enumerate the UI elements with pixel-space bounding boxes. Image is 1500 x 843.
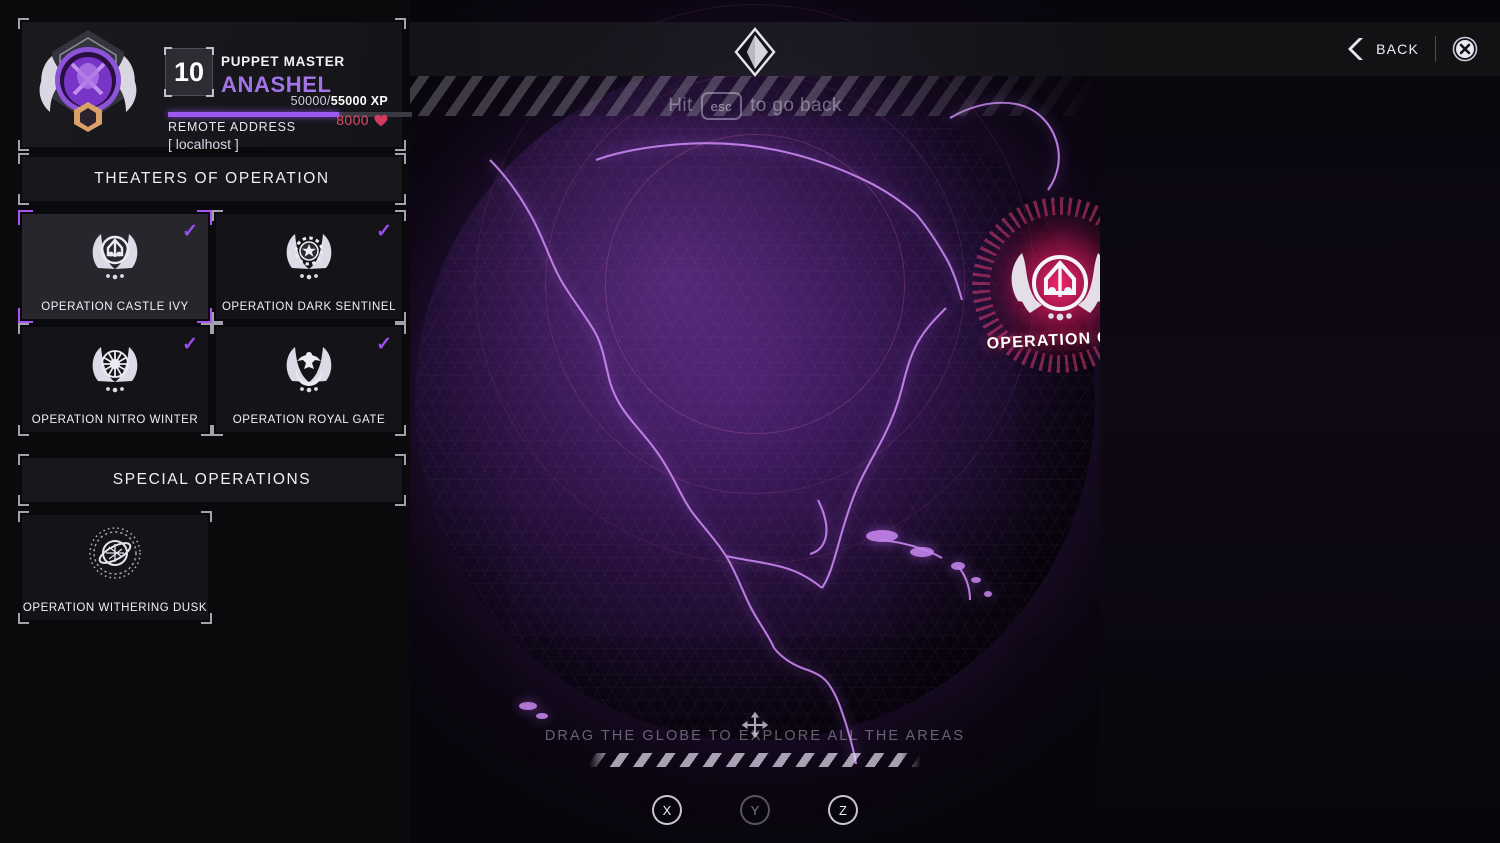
globe-hint-stripe (589, 753, 921, 767)
corner-bracket (395, 210, 406, 221)
player-level-badge: 10 (164, 47, 214, 97)
esc-hint-suffix: to go back (750, 95, 842, 116)
axis-button-z[interactable]: Z (828, 795, 858, 825)
left-sidebar: 10 PUPPET MASTER ANASHEL 50000/55000 XP … (0, 0, 412, 843)
operation-card-label: OPERATION ROYAL GATE (232, 414, 386, 426)
corner-bracket (18, 454, 29, 465)
operation-completed-check: ✓ (182, 334, 198, 355)
esc-key: esc (700, 92, 743, 120)
corner-bracket (212, 312, 223, 323)
operation-completed-check: ✓ (376, 221, 392, 242)
corner-bracket (18, 511, 29, 522)
corner-bracket (197, 210, 212, 225)
corner-bracket (395, 323, 406, 334)
operation-card-castle-ivy[interactable]: ✓ OPERATION CASTLE IVY (18, 210, 212, 323)
xp-text: 50000/55000 XP (291, 94, 388, 108)
corner-bracket (395, 495, 406, 506)
corner-bracket (395, 194, 406, 205)
operation-card-label: OPERATION WITHERING DUSK (22, 602, 208, 614)
corner-bracket (395, 18, 406, 29)
corner-bracket (201, 511, 212, 522)
avatar[interactable] (28, 24, 148, 144)
corner-bracket (201, 613, 212, 624)
laurel-crest-gear-star-icon (286, 234, 332, 280)
laurel-crest-snowflake-icon (92, 347, 138, 393)
corner-bracket (197, 308, 212, 323)
game-screen: OPERATION CASTLE IVY ✓ Hit esc to go bac… (0, 0, 1500, 843)
toolbar-divider (1435, 36, 1436, 62)
player-level-value: 10 (173, 56, 205, 87)
corner-bracket (18, 613, 29, 624)
operation-card-label: OPERATION NITRO WINTER (31, 414, 199, 426)
coin-balance: 8000 (336, 112, 388, 128)
axis-button-group: X Y Z (410, 795, 1100, 825)
corner-bracket (395, 454, 406, 465)
corner-bracket (212, 210, 223, 221)
back-button-label: BACK (1376, 41, 1419, 57)
player-rank-title: PUPPET MASTER (221, 54, 345, 69)
corner-bracket (201, 425, 212, 436)
globe-drag-hint-text: DRAG THE GLOBE TO EXPLORE ALL THE AREAS (544, 728, 966, 744)
close-circle-icon[interactable] (1452, 36, 1478, 62)
esc-hint: Hit esc to go back (410, 92, 1100, 120)
theaters-grid: ✓ OPERATION CASTLE IVY ✓ OPERATION DARK … (18, 210, 406, 436)
theaters-header-label: THEATERS OF OPERATION (94, 170, 330, 187)
globe-viewport[interactable]: OPERATION CASTLE IVY ✓ Hit esc to go bac… (410, 0, 1100, 843)
operation-completed-check: ✓ (182, 221, 198, 242)
corner-bracket (18, 308, 33, 323)
special-operations-section-header: SPECIAL OPERATIONS (18, 454, 406, 506)
corner-bracket (164, 89, 172, 97)
corner-bracket (212, 425, 223, 436)
laurel-crest-eagle-icon (286, 347, 332, 393)
operation-card-royal-gate[interactable]: ✓ OPERATION ROYAL GATE (212, 323, 406, 436)
special-operations-grid: OPERATION WITHERING DUSK (18, 511, 402, 624)
operation-card-dark-sentinel[interactable]: ✓ OPERATION DARK SENTINEL (212, 210, 406, 323)
laurel-crest-castle-ivy-icon (92, 234, 138, 280)
player-profile-card: 10 PUPPET MASTER ANASHEL 50000/55000 XP … (18, 18, 412, 152)
corner-bracket (18, 425, 29, 436)
operation-card-label: OPERATION CASTLE IVY (41, 301, 189, 313)
globe-drag-hint: DRAG THE GLOBE TO EXPLORE ALL THE AREAS (410, 728, 1100, 767)
corner-bracket (18, 495, 29, 506)
corner-bracket (395, 312, 406, 323)
corner-bracket (18, 323, 29, 334)
special-operations-header-label: SPECIAL OPERATIONS (112, 471, 312, 488)
remote-address-value: [ localhost ] (168, 136, 239, 152)
chevron-left-icon (1348, 38, 1364, 60)
corner-bracket (212, 323, 223, 334)
diamond-logo-icon (734, 27, 776, 77)
coin-value: 8000 (336, 112, 369, 128)
corner-bracket (201, 323, 212, 334)
corner-bracket (206, 89, 214, 97)
operation-card-nitro-winter[interactable]: ✓ OPERATION NITRO WINTER (18, 323, 212, 436)
xp-current: 50000 (290, 94, 327, 108)
theaters-section-header: THEATERS OF OPERATION (18, 153, 406, 205)
axis-button-y[interactable]: Y (740, 795, 770, 825)
operation-completed-check: ✓ (376, 334, 392, 355)
back-button[interactable]: BACK (1347, 36, 1419, 62)
xp-max: 55000 XP (330, 94, 388, 108)
xp-progress-fill (168, 112, 339, 117)
remote-address-label: REMOTE ADDRESS (168, 120, 296, 134)
heart-icon (374, 114, 388, 126)
corner-bracket (206, 47, 214, 55)
corner-bracket (395, 425, 406, 436)
corner-bracket (395, 153, 406, 164)
corner-bracket (18, 194, 29, 205)
operation-card-label: OPERATION DARK SENTINEL (221, 301, 397, 313)
corner-bracket (18, 210, 33, 225)
top-bar: BACK (1100, 22, 1500, 76)
operation-detail-panel: BACK OPERATION CASTLE IVY (1100, 0, 1500, 843)
axis-button-x[interactable]: X (652, 795, 682, 825)
corner-bracket (395, 140, 406, 151)
esc-hint-prefix: Hit (668, 95, 693, 116)
sunburst-orbit-crest-icon (89, 527, 141, 579)
corner-bracket (18, 153, 29, 164)
operation-card-withering-dusk[interactable]: OPERATION WITHERING DUSK (18, 511, 212, 624)
corner-bracket (164, 47, 172, 55)
